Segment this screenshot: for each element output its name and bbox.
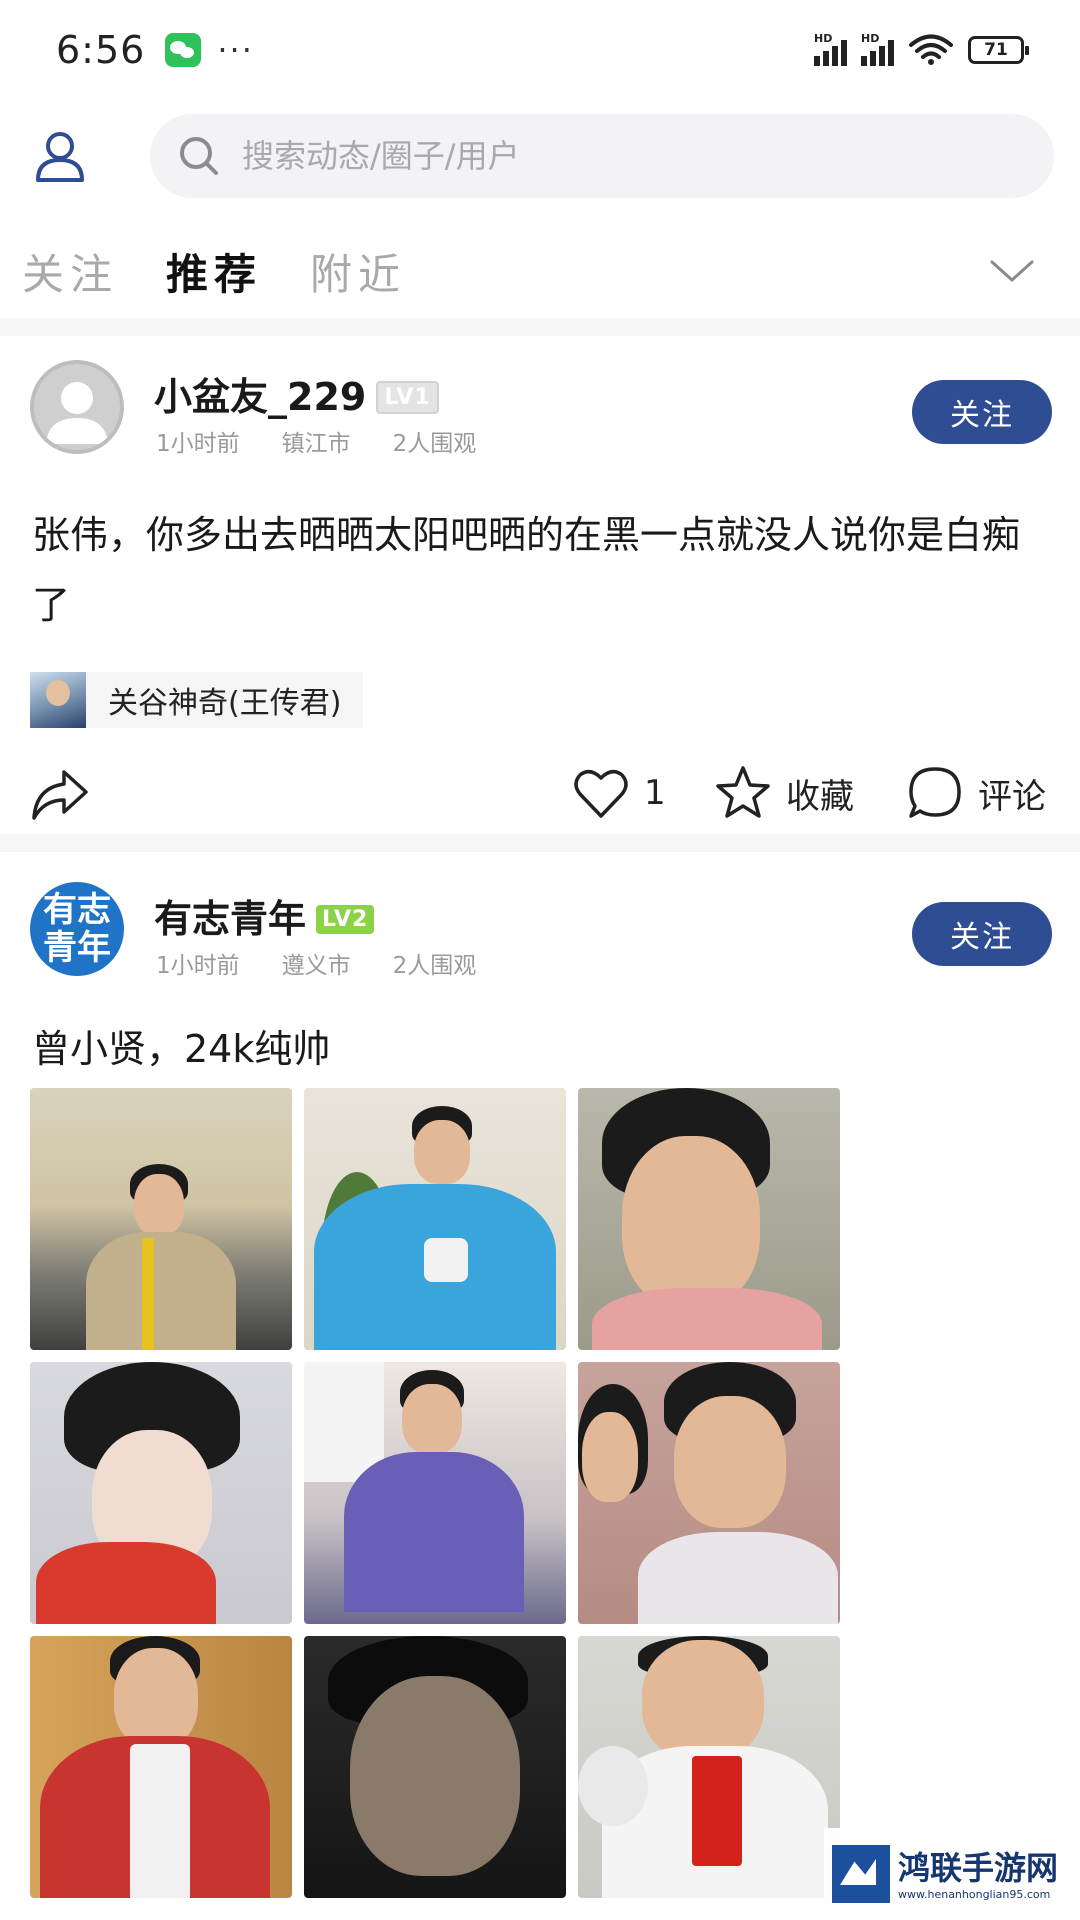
battery-icon: 71 [968,36,1029,64]
default-avatar-icon [46,382,108,444]
post-image-grid [30,1088,840,1898]
post-image[interactable] [30,1088,292,1350]
post-image[interactable] [304,1636,566,1898]
chevron-down-icon[interactable] [988,256,1036,286]
feed-tabs: 关注 推荐 附近 [22,236,1062,306]
post-image[interactable] [304,1088,566,1350]
post-city: 遵义市 [281,953,351,979]
watermark-logo [832,1845,890,1903]
signal-icon-2: HD [861,32,894,66]
avatar-text-line2: 青年 [43,928,111,968]
post-time: 1小时前 [156,953,240,979]
post-time: 1小时前 [156,431,240,457]
follow-button[interactable]: 关注 [912,902,1052,966]
battery-level: 71 [984,40,1008,60]
watermark-title: 鸿联手游网 [898,1848,1059,1887]
circle-thumbnail [30,672,86,728]
circle-tag[interactable]: 关谷神奇(王传君) [30,672,364,728]
favorite-button[interactable]: 收藏 [714,764,854,822]
signal-hd-label-2: HD [861,32,880,45]
post-image[interactable] [30,1636,292,1898]
post-meta: 1小时前 遵义市 2人围观 [156,946,476,980]
status-icons: HD HD 71 [814,32,1029,66]
post-views: 2人围观 [392,431,477,457]
post-header: 小盆友_229 LV1 1小时前 镇江市 2人围观 关注 [0,360,1080,470]
share-icon[interactable] [30,766,90,822]
post-image[interactable] [578,1362,840,1624]
post-image[interactable] [30,1362,292,1624]
post-text[interactable]: 张伟，你多出去晒晒太阳吧晒的在黑一点就没人说你是白痴了 [32,500,1050,640]
username[interactable]: 小盆友_229 LV1 [154,366,439,421]
username-text[interactable]: 有志青年 [154,897,306,941]
tab-nearby[interactable]: 附近 [310,241,406,302]
post-actions: 1 收藏 评论 [0,758,1080,838]
signal-hd-label: HD [814,32,833,45]
post-city: 镇江市 [281,431,351,457]
level-badge: LV1 [376,381,439,414]
circle-label: 关谷神奇(王传君) [108,686,342,721]
post-views: 2人围观 [392,953,477,979]
post-card: 小盆友_229 LV1 1小时前 镇江市 2人围观 关注 张伟，你多出去晒晒太阳吧… [0,360,1080,838]
watermark-text: 鸿联手游网 www.henanhonglian95.com [898,1848,1058,1901]
search-header [0,112,1080,200]
favorite-label: 收藏 [786,776,854,817]
search-icon [180,137,218,175]
comment-icon [909,767,961,818]
wifi-icon [909,34,953,65]
username-text[interactable]: 小盆友_229 [154,375,366,419]
username[interactable]: 有志青年 LV2 [154,888,375,943]
follow-button[interactable]: 关注 [912,380,1052,444]
avatar-text-line1: 有志 [43,890,111,930]
post-text[interactable]: 曾小贤，24k纯帅 [32,1014,1050,1084]
search-bar[interactable] [150,114,1054,198]
watermark: 鸿联手游网 www.henanhonglian95.com [824,1828,1080,1920]
watermark-url: www.henanhonglian95.com [898,1887,1051,1901]
post-header: 有志 青年 有志青年 LV2 1小时前 遵义市 2人围观 关注 [0,882,1080,992]
section-divider [0,318,1080,336]
avatar[interactable] [30,360,124,454]
post-image[interactable] [578,1636,840,1898]
section-divider [0,834,1080,852]
status-time: 6:56 [56,28,146,72]
tab-recommended[interactable]: 推荐 [166,241,262,302]
post-card: 有志 青年 有志青年 LV2 1小时前 遵义市 2人围观 关注 曾小贤，24k纯帅 [0,882,1080,1084]
user-profile-icon[interactable] [32,128,88,184]
post-image[interactable] [578,1088,840,1350]
like-count: 1 [644,773,666,813]
more-notifications-icon: ··· [217,31,254,69]
like-button[interactable]: 1 [572,764,666,822]
tab-following[interactable]: 关注 [22,241,118,302]
comment-button[interactable]: 评论 [906,764,1046,822]
post-meta: 1小时前 镇江市 2人围观 [156,424,476,458]
signal-icon: HD [814,32,847,66]
star-icon [716,766,770,818]
comment-label: 评论 [978,776,1046,817]
post-image[interactable] [304,1362,566,1624]
avatar[interactable]: 有志 青年 [30,882,124,976]
status-bar: 6:56 ··· HD HD 71 [0,0,1080,100]
wechat-notification-icon [165,33,202,67]
search-input[interactable] [240,136,1020,176]
level-badge: LV2 [316,905,375,934]
heart-icon [574,769,628,818]
